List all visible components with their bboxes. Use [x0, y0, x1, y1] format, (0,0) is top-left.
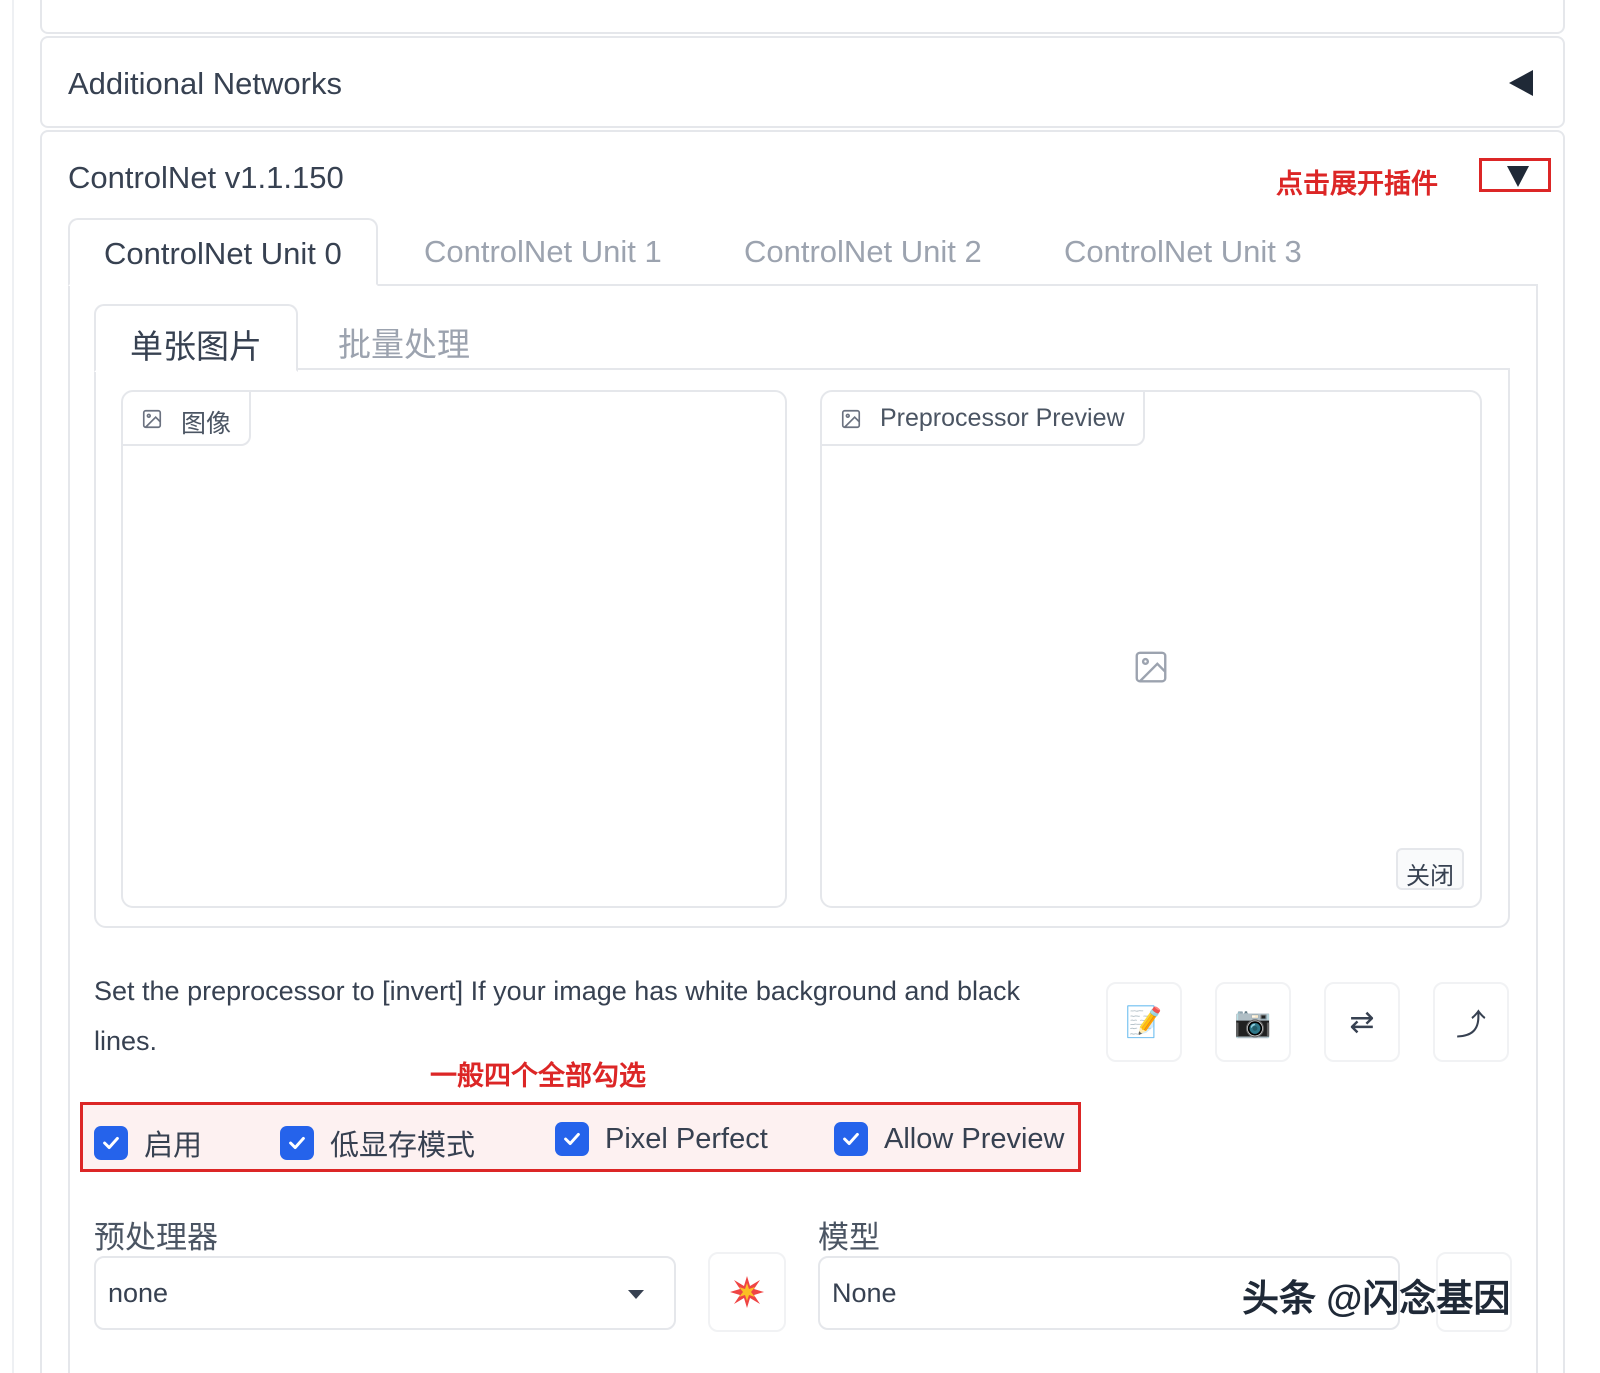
preprocessor-preview-area: Preprocessor Preview 关闭: [820, 390, 1482, 908]
check-icon: [289, 1136, 305, 1150]
checkbox-checked[interactable]: [280, 1126, 314, 1160]
send-dimensions-icon: ⤴: [1456, 1009, 1486, 1042]
preview-label: Preprocessor Preview: [822, 392, 1145, 446]
left-rail: [12, 0, 14, 1373]
camera-icon: 📷: [1234, 1005, 1272, 1039]
preprocessor-label: 预处理器: [94, 1220, 218, 1255]
checkbox-label: Allow Preview: [884, 1122, 1065, 1155]
swap-icon: ⇄: [1349, 1005, 1375, 1039]
expand-toggle-button[interactable]: [1479, 158, 1551, 192]
preview-label-text: Preprocessor Preview: [880, 404, 1125, 432]
allow-preview-checkbox[interactable]: Allow Preview: [834, 1122, 1065, 1156]
pixel-perfect-checkbox[interactable]: Pixel Perfect: [555, 1122, 768, 1156]
model-value: None: [832, 1278, 897, 1308]
checkbox-label: 启用: [144, 1130, 203, 1162]
expand-triangle-icon: [1507, 166, 1529, 187]
preprocessor-value: none: [108, 1278, 169, 1308]
annotation-expand-plugin: 点击展开插件: [1276, 169, 1438, 199]
watermark: 头条 @闪念基因: [1242, 1278, 1511, 1319]
dropdown-caret-icon: [628, 1290, 644, 1299]
enable-checkbox[interactable]: 启用: [94, 1122, 202, 1164]
check-icon: [103, 1136, 119, 1150]
close-preview-button[interactable]: 关闭: [1396, 848, 1464, 890]
checkbox-checked[interactable]: [555, 1122, 589, 1156]
accordion-title: Additional Networks: [68, 66, 342, 101]
preprocessor-select[interactable]: none: [94, 1256, 676, 1330]
send-dimensions-button[interactable]: ⤴: [1433, 982, 1509, 1062]
annotation-check-all: 一般四个全部勾选: [430, 1061, 646, 1091]
accordion-title: ControlNet v1.1.150: [68, 160, 344, 195]
preprocessor-hint: Set the preprocessor to [invert] If your…: [94, 976, 1021, 1056]
image-icon: [142, 409, 162, 429]
unit-tab-bar: ControlNet Unit 0 ControlNet Unit 1 Cont…: [68, 218, 1538, 286]
checkbox-checked[interactable]: [834, 1122, 868, 1156]
check-icon: [564, 1132, 580, 1146]
model-label: 模型: [818, 1220, 880, 1255]
tab-controlnet-unit-0[interactable]: ControlNet Unit 0: [68, 218, 378, 286]
empty-image-placeholder-icon: [1135, 651, 1167, 683]
image-label: 图像: [123, 392, 252, 446]
additional-networks-accordion[interactable]: Additional Networks: [40, 36, 1565, 128]
previous-accordion-edge: [40, 0, 1565, 34]
checkbox-checked[interactable]: [94, 1126, 128, 1160]
check-icon: [843, 1132, 859, 1146]
tab-controlnet-unit-1[interactable]: ControlNet Unit 1: [424, 218, 662, 286]
checkbox-label: 低显存模式: [330, 1130, 476, 1162]
image-upload-area[interactable]: 图像: [121, 390, 787, 908]
explosion-icon: [730, 1276, 764, 1308]
tab-controlnet-unit-2[interactable]: ControlNet Unit 2: [744, 218, 982, 286]
run-preprocessor-button[interactable]: [708, 1252, 786, 1332]
checkbox-label: Pixel Perfect: [605, 1122, 768, 1155]
tab-controlnet-unit-3[interactable]: ControlNet Unit 3: [1064, 218, 1302, 286]
tab-single-image[interactable]: 单张图片: [94, 304, 298, 372]
edit-button[interactable]: 📝: [1106, 982, 1182, 1062]
collapse-triangle-icon[interactable]: [1509, 70, 1533, 96]
low-vram-checkbox[interactable]: 低显存模式: [280, 1122, 475, 1164]
tab-batch-process[interactable]: 批量处理: [338, 304, 470, 372]
image-icon: [841, 409, 861, 429]
image-label-text: 图像: [181, 410, 232, 438]
camera-button[interactable]: 📷: [1215, 982, 1291, 1062]
swap-button[interactable]: ⇄: [1324, 982, 1400, 1062]
edit-icon: 📝: [1125, 1005, 1163, 1039]
